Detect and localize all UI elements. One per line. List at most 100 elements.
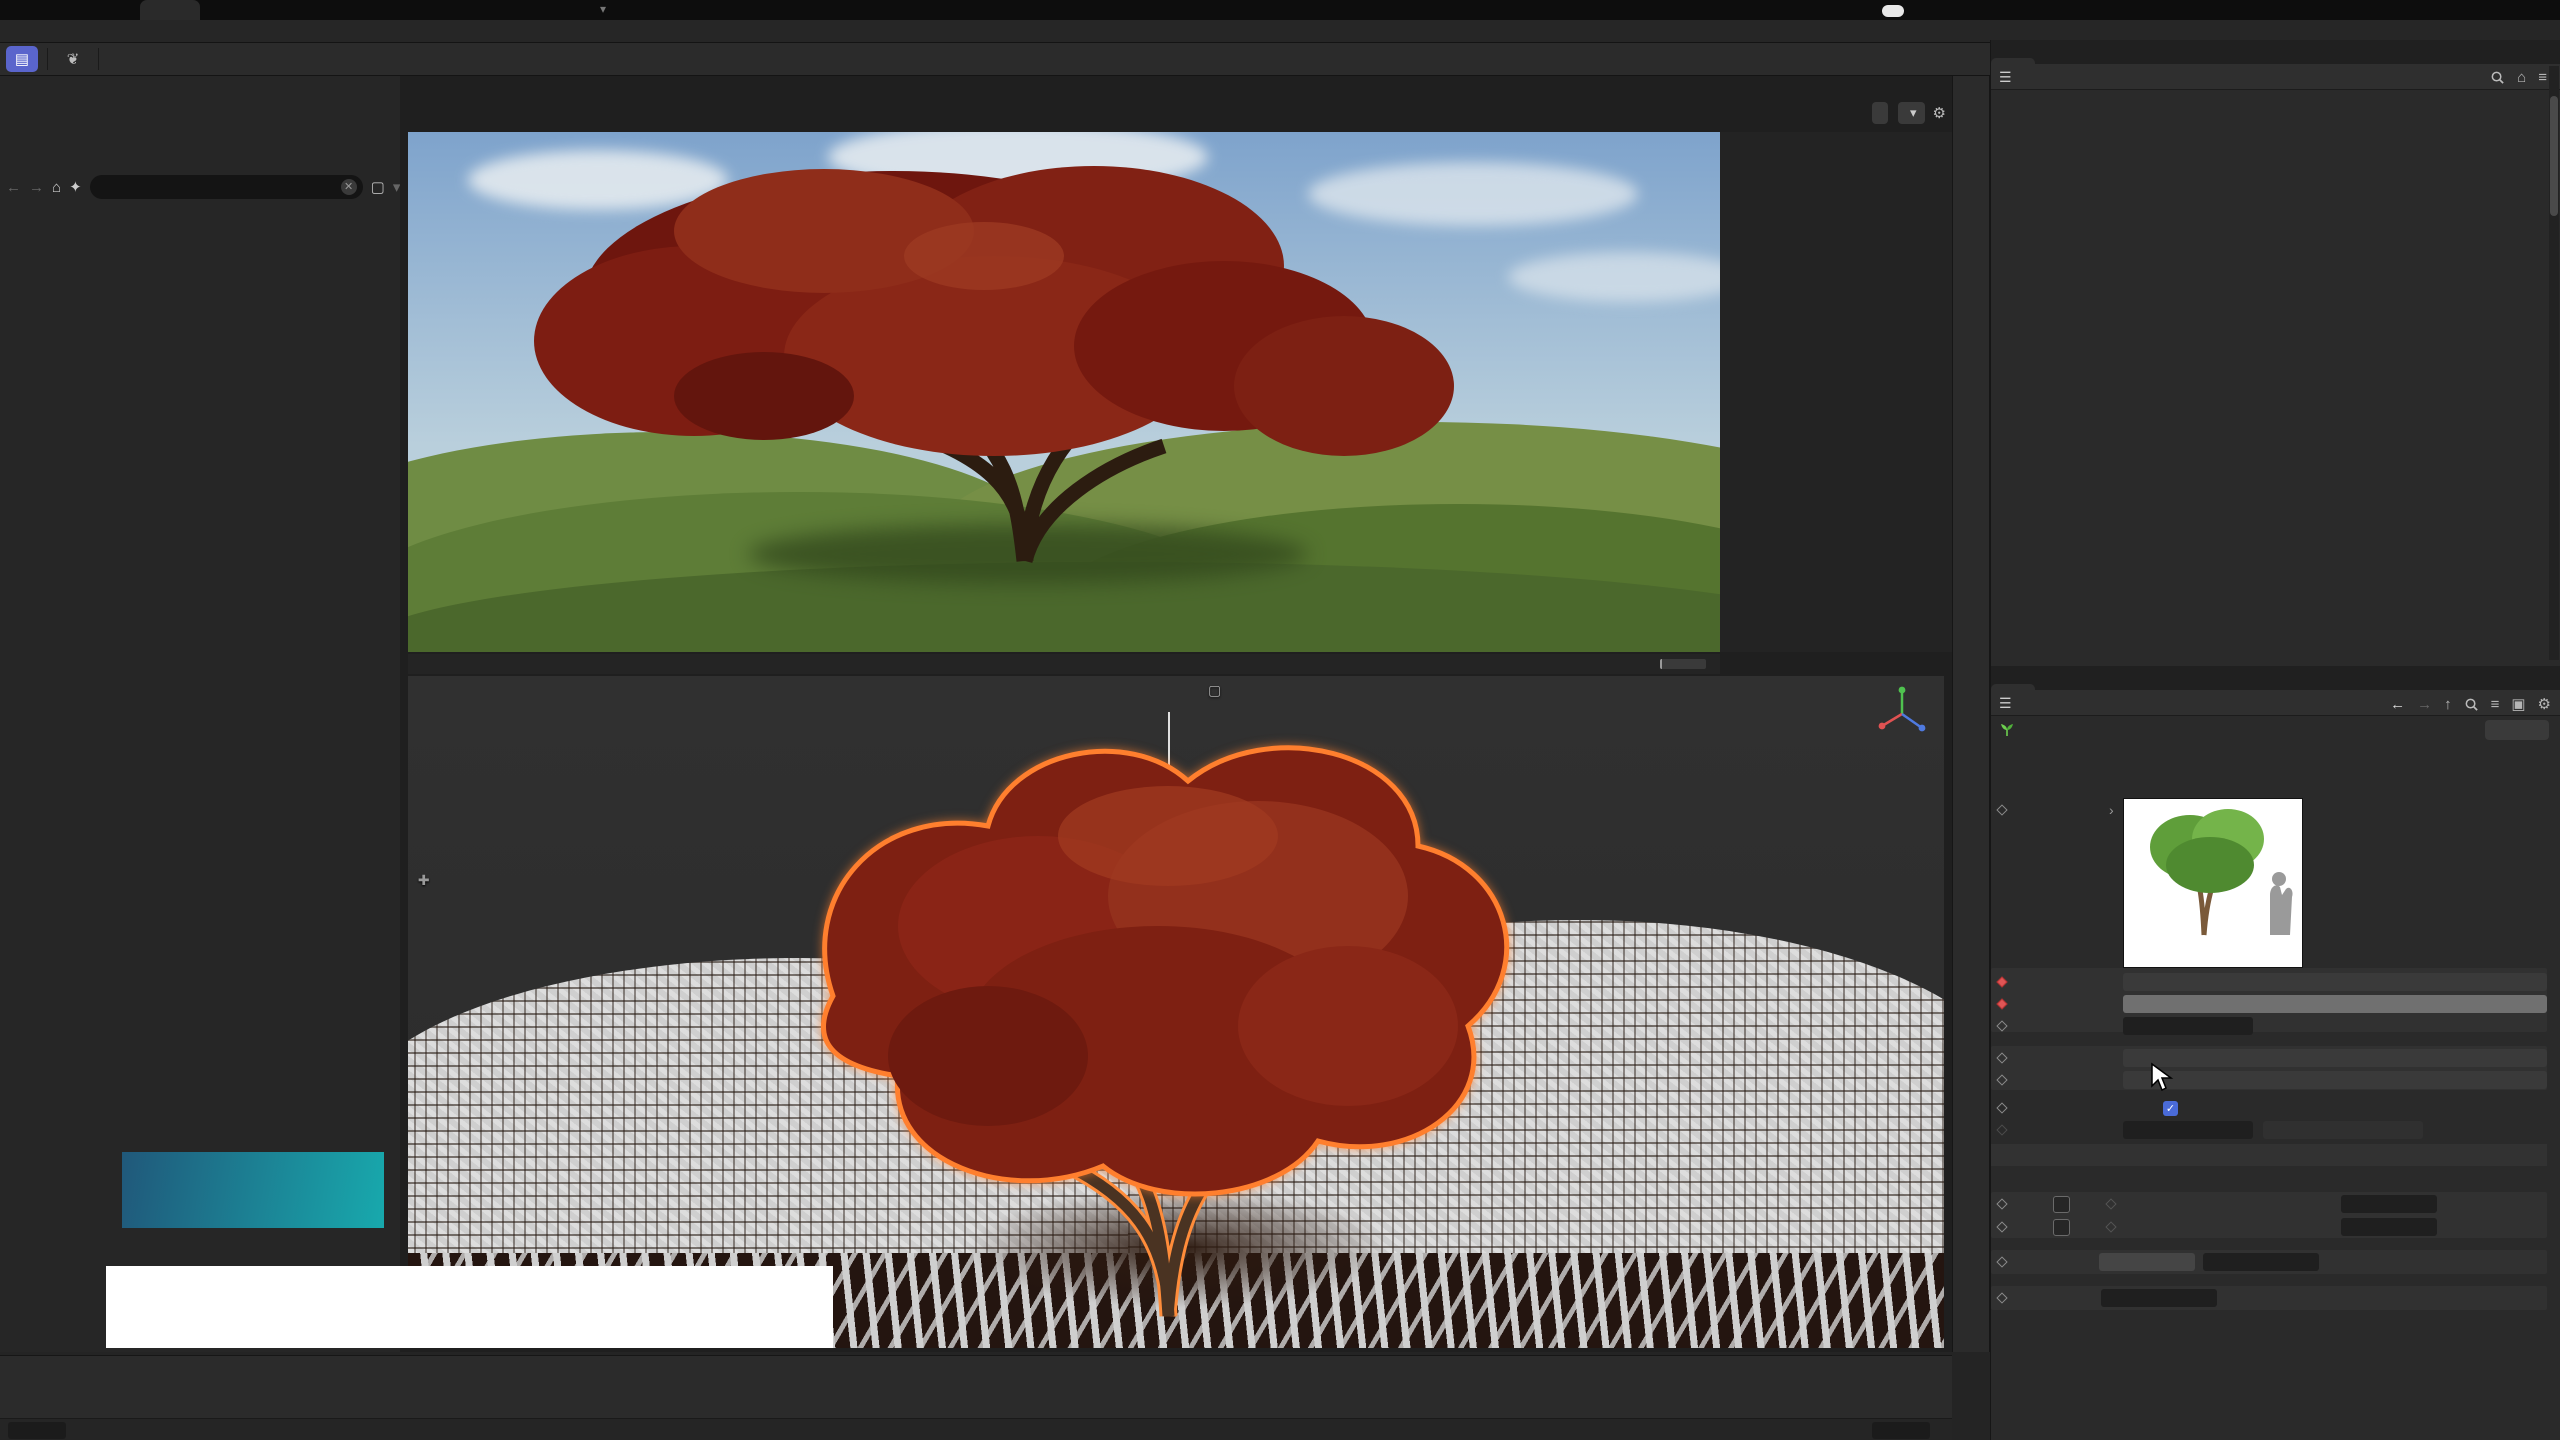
use-document-scale-row: ✓ [1991,1098,2547,1118]
forward-icon[interactable]: → [2417,696,2432,713]
custom-button[interactable] [2485,720,2549,740]
season-row [1991,994,2547,1014]
keyframe-diamond[interactable] [1996,1221,2007,1232]
max-branch-field [2341,1218,2437,1236]
up-icon[interactable]: ↑ [2444,696,2452,713]
keyframe-diamond [1996,1124,2007,1135]
selected-maple-tree [738,696,1598,1336]
keyframe-diamond[interactable] [1996,1198,2007,1209]
axis-gizmo [1874,684,1930,740]
max-branch-row: ✓ [1991,1217,2547,1237]
camera-orbit-icon[interactable]: ▢ [1208,682,1221,699]
keyframe-diamond[interactable] [1996,998,2007,1009]
home-icon[interactable]: ⌂ [52,179,61,196]
database-filter-icon[interactable]: ▢ [371,178,385,196]
object-tree [1991,92,2547,512]
separator [47,48,48,70]
progressive-bar [1660,659,1706,669]
model-dropdown[interactable] [2123,973,2547,991]
size-dropdown[interactable]: ▾ [1898,102,1924,124]
settings-gear-icon[interactable]: ⚙ [2538,695,2551,713]
leaf-amount-field[interactable] [2101,1289,2217,1307]
model-row [1991,972,2547,992]
plant-preview-image [2124,799,2300,939]
search-input[interactable]: ✕ [90,175,363,199]
right-panel: ☰ ⌂ ≡ ☰ ← → ↑ ≡ ▣ ⚙ [1990,40,2560,1440]
plant-preview-thumbnail[interactable] [2123,798,2303,968]
end-frame-field[interactable] [1872,1422,1930,1439]
filter-icon[interactable]: ≡ [2491,696,2500,713]
back-icon[interactable]: ← [6,179,21,196]
asset-search-row: ← → ⌂ ✦ ✕ ▢ ▾ [6,174,394,200]
subdivision-mode-dropdown[interactable] [2099,1253,2195,1271]
custom-scale-row [1991,1120,2547,1140]
keyframe-diamond[interactable] [1996,1102,2007,1113]
object-manager-menu [1991,64,2560,90]
use-min-branch-checkbox[interactable]: ✓ [2053,1196,2070,1213]
zoom-level-field[interactable] [1872,102,1888,124]
keyframe-diamond [2105,1221,2116,1232]
editor-viewport[interactable]: ▢ ✚ [408,676,1944,1348]
progressive-render-status [408,654,1720,674]
search-icon[interactable] [2464,697,2479,712]
keyframe-diamond[interactable] [1996,1052,2007,1063]
om-scrollbar[interactable] [2549,66,2559,660]
leaf-amount-row [1991,1288,2547,1308]
cinema4d-window: ▾ ☰ ▤ ❦ ← → ⌂ ✦ ✕ ▢ ▾ [0,0,2560,1440]
render-mode-row [1991,1048,2547,1068]
video-title-overlay [106,1266,833,1348]
om-menu-icons: ⌂ ≡ [2490,69,2547,86]
keyframe-diamond[interactable] [1996,804,2007,815]
use-document-scale-checkbox[interactable]: ✓ [2163,1101,2178,1116]
sidebar-toggle-button[interactable]: ▤ [6,46,38,72]
keyframe-diamond[interactable] [1996,1020,2007,1031]
render-view-toolbar [404,100,1948,130]
axis-tool-button[interactable]: ❦ [57,46,89,72]
render-mode-dropdown[interactable] [2123,1049,2547,1067]
render-viewport[interactable] [408,132,1720,652]
editor-mode-dropdown[interactable] [2123,1071,2547,1089]
timeline-strip [0,1355,1952,1440]
side-toolbar [1952,76,1990,1352]
mouse-cursor [2150,1062,2176,1092]
start-frame-field[interactable] [8,1422,66,1439]
min-branch-field [2341,1195,2437,1213]
subdivision-row [1991,1252,2547,1272]
plant-icon [1999,722,2015,738]
keyframe-diamond[interactable] [1996,1256,2007,1267]
render-view-zoom-controls: ▾ ⚙ [1870,102,1946,124]
home-icon[interactable]: ⌂ [2517,69,2526,86]
tab-caret-icon[interactable]: ▾ [600,2,606,16]
use-max-branch-checkbox[interactable]: ✓ [2053,1219,2070,1236]
viewport-area: ▾ ⚙ [400,76,1952,1352]
filter-icon[interactable]: ≡ [2538,69,2547,86]
timeline-ruler[interactable] [0,1389,1952,1417]
season-dropdown[interactable] [2123,995,2547,1013]
cloud [1508,252,1720,302]
om-burger-icon[interactable]: ☰ [1999,69,2017,86]
object-manager-tabs [1991,40,2560,64]
geometry-stats [1991,1144,2547,1166]
viewport-side-panel [1720,132,1952,652]
attr-menu-icons: ← → ↑ ≡ ▣ ⚙ [2390,695,2551,713]
forward-icon[interactable]: → [29,179,44,196]
min-branch-row: ✓ [1991,1194,2547,1214]
lock-icon[interactable]: ▣ [2511,695,2525,713]
subdivision-value-field[interactable] [2203,1253,2319,1271]
keyframe-diamond[interactable] [1996,1292,2007,1303]
attr-burger-icon[interactable]: ☰ [1999,695,2017,712]
search-icon[interactable] [2490,70,2505,85]
keyframe-diamond[interactable] [1996,1074,2007,1085]
document-tab[interactable] [140,0,200,20]
back-icon[interactable]: ← [2390,696,2405,713]
custom-scale-field [2123,1121,2253,1139]
expand-caret-icon[interactable]: › [2109,802,2114,818]
place-tool-label[interactable]: ✚ [414,872,430,889]
object-title-row [1999,722,2023,738]
keyframe-diamond[interactable] [1996,976,2007,987]
capsules-badge [122,1152,384,1228]
clear-search-icon[interactable]: ✕ [341,179,357,195]
leaf-density-field[interactable] [2123,1017,2253,1035]
render-settings-gear-icon[interactable]: ⚙ [1933,104,1946,122]
ai-sparkle-icon[interactable]: ✦ [69,178,82,196]
